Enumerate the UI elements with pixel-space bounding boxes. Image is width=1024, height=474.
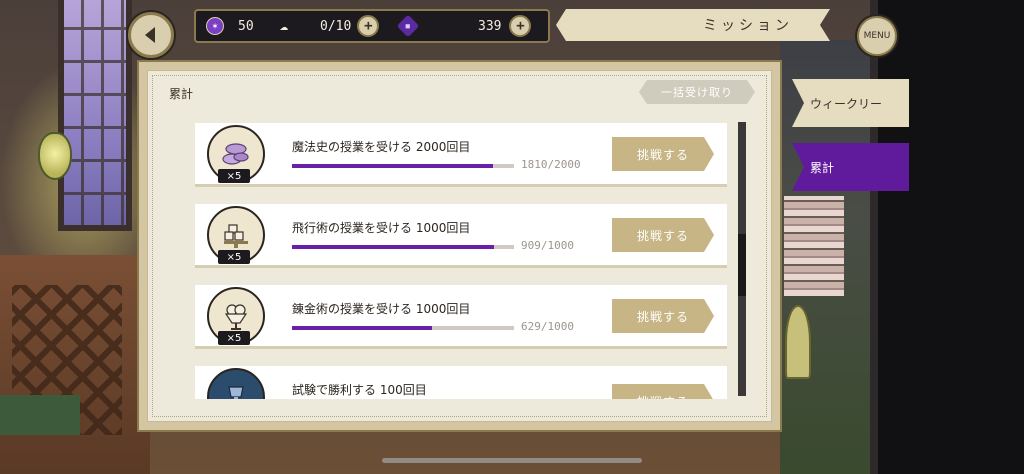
- sugar-cubes-icon: [224, 224, 248, 248]
- currency-bar: ✶ 50 ☁ 0/10 + ◆ 339 +: [194, 9, 550, 43]
- back-button[interactable]: [128, 12, 174, 58]
- bulk-receive-button[interactable]: 一括受け取り: [639, 80, 755, 104]
- crystal-icon: ◆: [396, 14, 420, 38]
- mission-title: ミッション: [703, 18, 793, 34]
- green-cushion: [0, 395, 80, 435]
- cloud-icon: ☁: [279, 18, 289, 34]
- mission-row: ×5 錬金術の授業を受ける 1000回目 629/1000 挑戦する: [195, 285, 727, 349]
- home-indicator: [382, 458, 642, 463]
- tab-total-label: 累計: [810, 160, 835, 175]
- mission-title: 試験で勝利する 100回目: [292, 383, 427, 397]
- reward-count: ×5: [218, 169, 250, 183]
- progress-text: 1810/2000: [521, 158, 581, 171]
- add-gem-button[interactable]: +: [509, 15, 532, 37]
- challenge-button[interactable]: 挑戦する: [612, 299, 714, 333]
- challenge-button[interactable]: 挑戦する: [612, 384, 714, 399]
- desk-lamp: [785, 305, 811, 379]
- progress-fill: [292, 164, 493, 168]
- mission-title: 錬金術の授業を受ける 1000回目: [292, 302, 471, 316]
- tab-weekly-label: ウィークリー: [810, 96, 883, 111]
- hanging-lamp: [38, 132, 72, 180]
- challenge-button[interactable]: 挑戦する: [612, 137, 714, 171]
- mission-row: ×5 魔法史の授業を受ける 2000回目 1810/2000 挑戦する: [195, 123, 727, 187]
- scroll-thumb[interactable]: [738, 234, 746, 296]
- reward-badge: [207, 368, 265, 399]
- mission-banner: ミッション: [556, 9, 830, 41]
- progress-fill: [292, 245, 494, 249]
- progress-text: 629/1000: [521, 320, 574, 333]
- macaron-icon: [222, 143, 249, 165]
- mission-title: 飛行術の授業を受ける 1000回目: [292, 221, 471, 235]
- magic-gem-icon: ✶: [206, 17, 224, 35]
- magic-gem-value: 50: [238, 18, 254, 34]
- progress-bar: [292, 245, 514, 249]
- mission-row: ×5 飛行術の授業を受ける 1000回目 909/1000 挑戦する: [195, 204, 727, 268]
- stamina-counter: ☁ 0/10 +: [276, 11, 380, 41]
- stained-window: [58, 0, 132, 231]
- dark-column: [870, 0, 1024, 474]
- progress-text: 909/1000: [521, 239, 574, 252]
- wooden-desk: [0, 255, 150, 474]
- book-stack: [784, 196, 844, 296]
- stamina-value: 0/10: [320, 18, 352, 34]
- trophy-icon: [228, 386, 244, 399]
- reward-count: ×5: [218, 250, 250, 264]
- magic-gem-counter: ✶ 50: [206, 11, 254, 41]
- progress-fill: [292, 326, 432, 330]
- add-stamina-button[interactable]: +: [357, 15, 380, 37]
- menu-label: MENU: [863, 31, 891, 41]
- mission-panel: 累計 一括受け取り ×5 魔法史の授業を受ける 2000回目 1810/2000…: [137, 60, 782, 432]
- menu-button[interactable]: MENU: [857, 16, 897, 56]
- tab-total[interactable]: 累計: [792, 143, 909, 191]
- list-scrollbar[interactable]: [738, 122, 746, 396]
- progress-bar: [292, 164, 514, 168]
- challenge-button[interactable]: 挑戦する: [612, 218, 714, 252]
- reward-count: ×5: [218, 331, 250, 345]
- back-arrow-icon: [145, 27, 155, 43]
- premium-gem-value: 339: [478, 18, 502, 34]
- progress-bar: [292, 326, 514, 330]
- premium-gem-counter: ◆ 339 +: [396, 11, 532, 41]
- mission-title: 魔法史の授業を受ける 2000回目: [292, 140, 471, 154]
- mission-row: 試験で勝利する 100回目 挑戦する: [195, 366, 727, 399]
- tab-weekly[interactable]: ウィークリー: [792, 79, 909, 127]
- mission-list: ×5 魔法史の授業を受ける 2000回目 1810/2000 挑戦する ×5 飛…: [195, 123, 729, 399]
- parfait-icon: [224, 304, 248, 330]
- panel-title: 累計: [169, 87, 194, 101]
